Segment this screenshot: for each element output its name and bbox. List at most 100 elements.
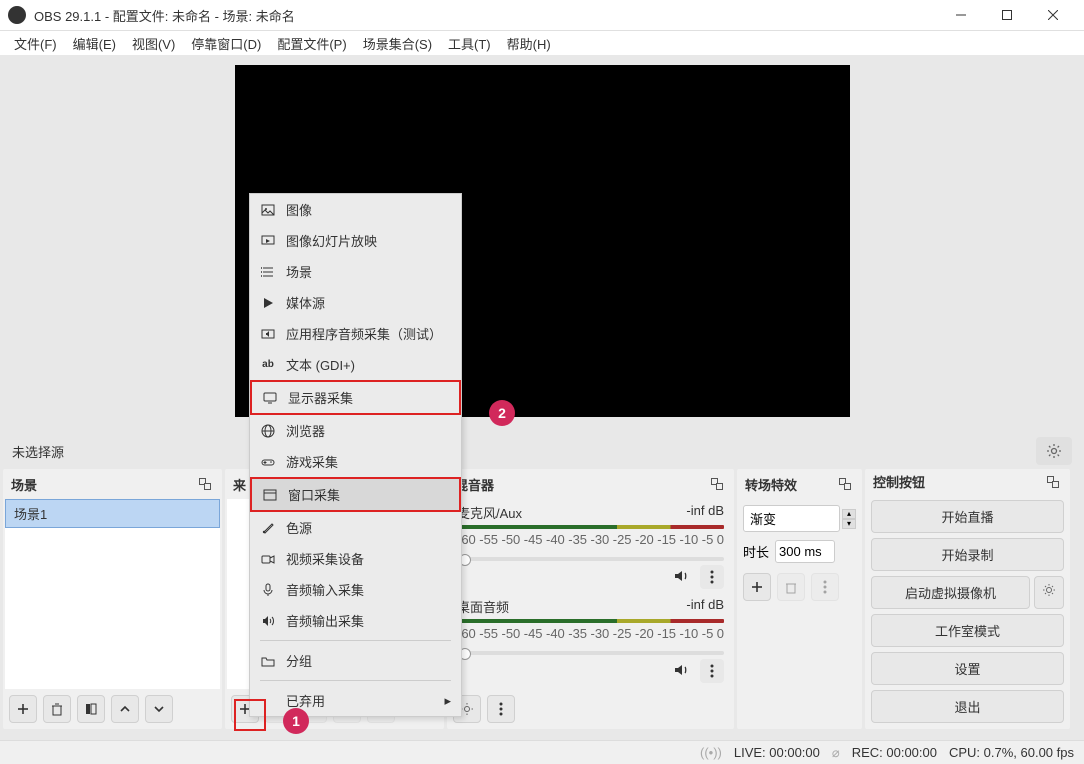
dock-panels: 场景 场景1 来 混音器 xyxy=(0,469,1084,729)
annotation-badge-2: 2 xyxy=(489,400,515,426)
cm-display-capture[interactable]: 显示器采集 xyxy=(250,380,461,415)
menu-file[interactable]: 文件(F) xyxy=(8,32,63,55)
cm-image[interactable]: 图像 xyxy=(250,194,461,225)
text-icon: ab xyxy=(260,357,276,373)
window-icon xyxy=(262,487,278,503)
cm-window-capture[interactable]: 窗口采集 xyxy=(250,477,461,512)
settings-button[interactable]: 设置 xyxy=(871,652,1064,685)
status-cpu: CPU: 0.7%, 60.00 fps xyxy=(949,745,1074,760)
menu-tools[interactable]: 工具(T) xyxy=(442,32,497,55)
scene-add-button[interactable] xyxy=(9,695,37,723)
source-toolbar: 未选择源 xyxy=(0,433,1084,469)
cm-group[interactable]: 分组 xyxy=(250,645,461,676)
cm-deprecated[interactable]: 已弃用▸ xyxy=(250,685,461,716)
scenes-dock-icon[interactable] xyxy=(196,475,214,493)
scene-remove-button[interactable] xyxy=(43,695,71,723)
cm-text-gdi[interactable]: ab文本 (GDI+) xyxy=(250,349,461,380)
cm-game-capture[interactable]: 游戏采集 xyxy=(250,446,461,477)
minimize-button[interactable] xyxy=(938,0,984,31)
cm-media[interactable]: 媒体源 xyxy=(250,287,461,318)
brush-icon xyxy=(260,520,276,536)
transition-properties-button[interactable] xyxy=(811,573,839,601)
monitor-icon xyxy=(262,390,278,406)
folder-icon xyxy=(260,653,276,669)
menu-edit[interactable]: 编辑(E) xyxy=(67,32,122,55)
transition-add-button[interactable] xyxy=(743,573,771,601)
menu-separator xyxy=(260,640,451,641)
start-streaming-button[interactable]: 开始直播 xyxy=(871,500,1064,533)
mixer-desktop-db: -inf dB xyxy=(686,597,724,616)
no-source-label: 未选择源 xyxy=(12,442,1028,461)
virtualcam-config-button[interactable] xyxy=(1034,576,1064,609)
speaker-icon xyxy=(260,613,276,629)
cm-video-capture[interactable]: 视频采集设备 xyxy=(250,543,461,574)
menu-scene-collection[interactable]: 场景集合(S) xyxy=(357,32,438,55)
annotation-badge-1: 1 xyxy=(283,708,309,734)
mixer-mic-db: -inf dB xyxy=(686,503,724,522)
transition-select[interactable]: 渐变 xyxy=(743,505,840,532)
controls-dock-icon[interactable] xyxy=(1044,473,1062,491)
scene-up-button[interactable] xyxy=(111,695,139,723)
studio-mode-button[interactable]: 工作室模式 xyxy=(871,614,1064,647)
transition-duration-input[interactable] xyxy=(775,540,835,563)
mixer-mic-slider[interactable] xyxy=(457,557,724,561)
mixer-desktop-mute-icon[interactable] xyxy=(672,661,690,682)
cm-audio-output[interactable]: 音频输出采集 xyxy=(250,605,461,636)
transitions-dock-icon[interactable] xyxy=(836,475,854,493)
cm-app-audio[interactable]: 应用程序音频采集（测试） xyxy=(250,318,461,349)
sources-panel-title: 来 xyxy=(233,475,246,494)
cm-browser[interactable]: 浏览器 xyxy=(250,415,461,446)
mixer-mic-menu-button[interactable] xyxy=(700,565,724,589)
source-properties-button[interactable] xyxy=(1036,437,1072,465)
mixer-ticks: -60-55-50-45-40-35-30-25-20-15-10-50 xyxy=(457,626,724,641)
menu-profile[interactable]: 配置文件(P) xyxy=(271,32,352,55)
controls-panel: 控制按钮 开始直播 开始录制 启动虚拟摄像机 工作室模式 设置 退出 xyxy=(865,469,1070,729)
menu-view[interactable]: 视图(V) xyxy=(126,32,181,55)
scene-icon xyxy=(260,264,276,280)
transition-duration-label: 时长 xyxy=(743,542,769,561)
mixer-desktop-meter xyxy=(457,619,724,623)
rec-icon: ⌀ xyxy=(832,745,840,761)
mixer-desktop-slider[interactable] xyxy=(457,651,724,655)
gamepad-icon xyxy=(260,454,276,470)
exit-button[interactable]: 退出 xyxy=(871,690,1064,723)
mic-icon xyxy=(260,582,276,598)
mixer-mic-mute-icon[interactable] xyxy=(672,567,690,588)
close-button[interactable] xyxy=(1030,0,1076,31)
controls-panel-title: 控制按钮 xyxy=(873,472,925,491)
start-virtualcam-button[interactable]: 启动虚拟摄像机 xyxy=(871,576,1030,609)
start-recording-button[interactable]: 开始录制 xyxy=(871,538,1064,571)
cm-audio-input[interactable]: 音频输入采集 xyxy=(250,574,461,605)
transition-spin[interactable]: ▴▾ xyxy=(842,509,856,529)
add-source-context-menu: 图像 图像幻灯片放映 场景 媒体源 应用程序音频采集（测试） ab文本 (GDI… xyxy=(249,193,462,717)
menu-help[interactable]: 帮助(H) xyxy=(501,32,557,55)
menu-bar: 文件(F) 编辑(E) 视图(V) 停靠窗口(D) 配置文件(P) 场景集合(S… xyxy=(0,31,1084,55)
maximize-button[interactable] xyxy=(984,0,1030,31)
image-icon xyxy=(260,202,276,218)
play-icon xyxy=(260,295,276,311)
mixer-dock-icon[interactable] xyxy=(708,475,726,493)
preview-area xyxy=(0,55,1084,433)
camera-icon xyxy=(260,551,276,567)
status-live: LIVE: 00:00:00 xyxy=(734,745,820,760)
cm-color-source[interactable]: 色源 xyxy=(250,512,461,543)
slideshow-icon xyxy=(260,233,276,249)
transition-remove-button[interactable] xyxy=(777,573,805,601)
mixer-mic-label: 麦克风/Aux xyxy=(457,503,522,522)
mixer-panel: 混音器 麦克风/Aux-inf dB -60-55-50-45-40-35-30… xyxy=(447,469,734,729)
scene-item[interactable]: 场景1 xyxy=(5,499,220,528)
cm-slideshow[interactable]: 图像幻灯片放映 xyxy=(250,225,461,256)
app-audio-icon xyxy=(260,326,276,342)
scene-filter-button[interactable] xyxy=(77,695,105,723)
mixer-desktop-menu-button[interactable] xyxy=(700,659,724,683)
mixer-item-desktop: 桌面音频 -inf dB -60-55-50-45-40-35-30-25-20-… xyxy=(449,593,732,687)
mixer-menu-button[interactable] xyxy=(487,695,515,723)
mixer-ticks: -60-55-50-45-40-35-30-25-20-15-10-50 xyxy=(457,532,724,547)
window-title: OBS 29.1.1 - 配置文件: 未命名 - 场景: 未命名 xyxy=(34,6,938,25)
menu-docks[interactable]: 停靠窗口(D) xyxy=(185,32,267,55)
scene-down-button[interactable] xyxy=(145,695,173,723)
cm-scene[interactable]: 场景 xyxy=(250,256,461,287)
status-rec: REC: 00:00:00 xyxy=(852,745,937,760)
mixer-desktop-label: 桌面音频 xyxy=(457,597,509,616)
menu-separator xyxy=(260,680,451,681)
